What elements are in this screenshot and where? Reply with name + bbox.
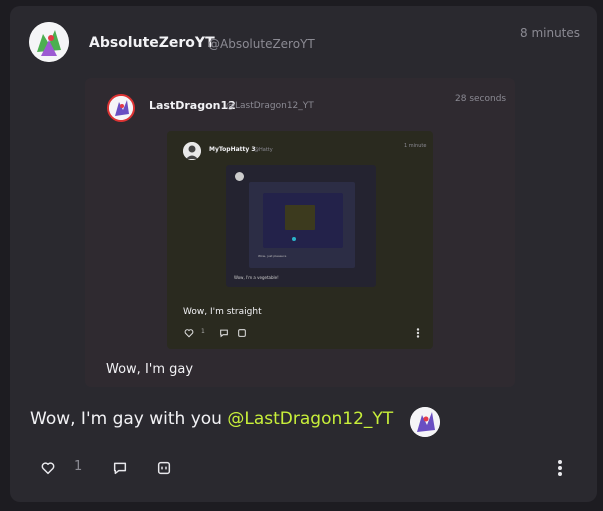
more-button[interactable] <box>550 458 570 478</box>
level3-text: Wow, I'm a vegetable! <box>234 275 279 280</box>
nested-quote-handle[interactable]: @Hatty <box>254 147 273 153</box>
dragon-avatar-icon <box>410 407 440 437</box>
mention-avatar[interactable] <box>410 407 440 437</box>
comment-icon <box>220 329 228 338</box>
dragon-avatar-icon <box>29 22 69 62</box>
nested-quote-timestamp[interactable]: 1 minute <box>404 143 426 149</box>
author-avatar[interactable] <box>29 22 69 62</box>
person-avatar-icon <box>183 142 201 160</box>
nested-like-button[interactable] <box>183 327 195 339</box>
quote-author-name[interactable]: LastDragon12 <box>149 99 236 112</box>
level3-avatar <box>235 172 244 181</box>
nested-comment-button[interactable] <box>218 327 230 339</box>
quote-button[interactable] <box>154 458 174 478</box>
nested-quote-avatar[interactable] <box>183 142 201 160</box>
quote-author-avatar[interactable] <box>107 94 135 122</box>
level5-avatar-dot <box>292 237 296 241</box>
level5-preview-block <box>285 205 315 230</box>
post-text: Wow, I'm gay with you <box>30 409 222 429</box>
nested-like-count: 1 <box>201 328 205 335</box>
more-vertical-icon <box>416 328 420 338</box>
comment-icon <box>113 462 127 475</box>
nested-quote-author-name[interactable]: MyTopHatty 3 <box>209 146 256 153</box>
like-button[interactable] <box>38 458 58 478</box>
quote-author-handle[interactable]: @LastDragon12_YT <box>226 101 314 111</box>
quote-icon <box>157 461 171 475</box>
post-text-line: Wow, I'm gay with you @LastDragon12_YT <box>30 409 393 429</box>
level4-text: Wow, just pleasure <box>258 254 287 258</box>
quote-icon <box>238 329 246 337</box>
comment-button[interactable] <box>110 458 130 478</box>
more-vertical-icon <box>558 460 562 476</box>
author-handle[interactable]: @AbsoluteZeroYT <box>208 37 315 51</box>
quote-text: Wow, I'm gay <box>106 362 194 377</box>
nested-more-button[interactable] <box>413 327 423 339</box>
mention-link[interactable]: @LastDragon12_YT <box>227 409 393 429</box>
nested-quote-button[interactable] <box>236 327 248 339</box>
quote-timestamp[interactable]: 28 seconds <box>455 94 506 104</box>
nested-quote-text: Wow, I'm straight <box>183 307 262 317</box>
post-timestamp[interactable]: 8 minutes <box>520 26 580 40</box>
heart-icon <box>41 462 55 475</box>
dragon-avatar-icon <box>109 96 133 120</box>
author-name[interactable]: AbsoluteZeroYT <box>89 35 215 51</box>
heart-icon <box>184 329 194 338</box>
like-count: 1 <box>74 459 83 474</box>
